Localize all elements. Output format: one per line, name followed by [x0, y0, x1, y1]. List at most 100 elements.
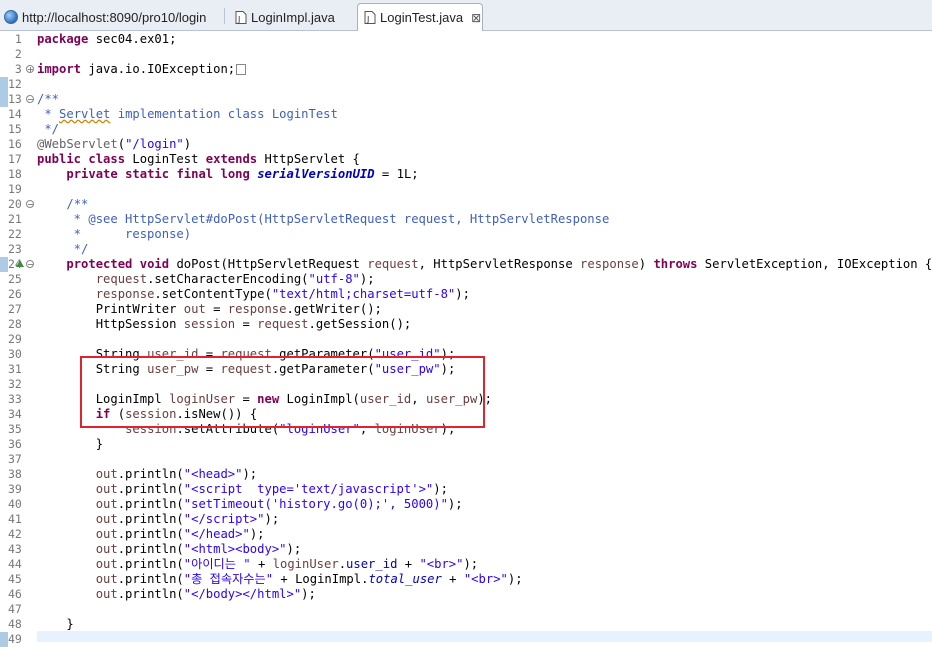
code-line[interactable]: 26 response.setContentType("text/html;ch… — [0, 287, 932, 302]
code-text[interactable]: * response) — [37, 227, 191, 242]
code-text[interactable]: out.println("아이디는 " + loginUser.user_id … — [37, 557, 478, 572]
line-number: 14 — [8, 107, 22, 121]
close-icon[interactable]: ⊠ — [471, 11, 481, 25]
code-text[interactable]: out.println("</body></html>"); — [37, 587, 316, 602]
code-text[interactable]: out.println("총 접속자수는" + LoginImpl.total_… — [37, 572, 523, 587]
overview-ruler — [0, 182, 8, 197]
code-text[interactable]: HttpSession session = request.getSession… — [37, 317, 412, 332]
code-line[interactable]: 41 out.println("</script>"); — [0, 512, 932, 527]
code-line[interactable]: 34 if (session.isNew()) { — [0, 407, 932, 422]
code-text[interactable]: out.println("<script type='text/javascri… — [37, 482, 448, 497]
code-text[interactable]: out.println("setTimeout('history.go(0);'… — [37, 497, 463, 512]
line-number: 45 — [8, 572, 22, 586]
code-line[interactable]: 28 HttpSession session = request.getSess… — [0, 317, 932, 332]
code-line[interactable]: 48 } — [0, 617, 932, 632]
overview-ruler — [0, 527, 8, 542]
overview-ruler — [0, 242, 8, 257]
overview-ruler — [0, 122, 8, 137]
code-text[interactable]: */ — [37, 242, 89, 257]
code-text[interactable]: out.println("<html><body>"); — [37, 542, 301, 557]
code-text[interactable]: protected void doPost(HttpServletRequest… — [37, 257, 932, 272]
code-text[interactable]: /** — [37, 197, 88, 212]
code-line[interactable]: 31 String user_pw = request.getParameter… — [0, 362, 932, 377]
code-text[interactable]: LoginImpl loginUser = new LoginImpl(user… — [37, 392, 492, 407]
line-number: 16 — [8, 137, 22, 151]
code-line[interactable]: 24 protected void doPost(HttpServletRequ… — [0, 257, 932, 272]
code-line[interactable]: 30 String user_id = request.getParameter… — [0, 347, 932, 362]
code-line[interactable]: 15 */ — [0, 122, 932, 137]
code-text[interactable]: if (session.isNew()) { — [37, 407, 257, 422]
code-text[interactable]: * Servlet implementation class LoginTest — [37, 107, 338, 122]
code-line[interactable]: 18 private static final long serialVersi… — [0, 167, 932, 182]
code-text[interactable]: } — [37, 617, 73, 632]
code-line[interactable]: 3 import java.io.IOException; — [0, 62, 932, 77]
fold-collapse-icon[interactable] — [26, 260, 34, 268]
overview-ruler — [0, 227, 8, 242]
code-line[interactable]: 49 — [0, 632, 932, 647]
code-line[interactable]: 37 — [0, 452, 932, 467]
code-text[interactable]: package sec04.ex01; — [37, 32, 176, 47]
code-text[interactable]: out.println("<head>"); — [37, 467, 257, 482]
code-line[interactable]: 21 * @see HttpServlet#doPost(HttpServlet… — [0, 212, 932, 227]
code-text[interactable]: @WebServlet("/login") — [37, 137, 191, 152]
code-line[interactable]: 40 out.println("setTimeout('history.go(0… — [0, 497, 932, 512]
code-text[interactable]: response.setContentType("text/html;chars… — [37, 287, 470, 302]
overview-ruler — [0, 272, 8, 287]
code-text[interactable]: * @see HttpServlet#doPost(HttpServletReq… — [37, 212, 610, 227]
code-text[interactable]: /** — [37, 92, 59, 107]
code-text[interactable]: import java.io.IOException; — [37, 62, 247, 77]
tab-loginimpl-java[interactable]: J LoginImpl.java — [235, 3, 335, 31]
code-line[interactable]: 25 request.setCharacterEncoding("utf-8")… — [0, 272, 932, 287]
code-line[interactable]: 14 * Servlet implementation class LoginT… — [0, 107, 932, 122]
code-line[interactable]: 36 } — [0, 437, 932, 452]
code-text[interactable]: } — [37, 437, 103, 452]
code-text[interactable]: out.println("</head>"); — [37, 527, 265, 542]
code-line[interactable]: 47 — [0, 602, 932, 617]
code-line[interactable]: 42 out.println("</head>"); — [0, 527, 932, 542]
code-line[interactable]: 23 */ — [0, 242, 932, 257]
code-text[interactable]: private static final long serialVersionU… — [37, 167, 418, 182]
code-line[interactable]: 19 — [0, 182, 932, 197]
svg-text:J: J — [366, 15, 369, 24]
code-line[interactable]: 45 out.println("총 접속자수는" + LoginImpl.tot… — [0, 572, 932, 587]
code-text[interactable]: */ — [37, 122, 59, 137]
code-line[interactable]: 39 out.println("<script type='text/javas… — [0, 482, 932, 497]
fold-expand-icon[interactable] — [26, 65, 34, 73]
code-line[interactable]: 33 LoginImpl loginUser = new LoginImpl(u… — [0, 392, 932, 407]
line-number: 12 — [8, 77, 22, 91]
overview-ruler — [0, 587, 8, 602]
code-line[interactable]: 12 — [0, 77, 932, 92]
code-line[interactable]: 38 out.println("<head>"); — [0, 467, 932, 482]
line-number: 32 — [8, 377, 22, 391]
code-line[interactable]: 1 package sec04.ex01; — [0, 32, 932, 47]
code-line[interactable]: 13 /** — [0, 92, 932, 107]
code-line[interactable]: 35 session.setAttribute("loginUser", log… — [0, 422, 932, 437]
code-text[interactable]: String user_id = request.getParameter("u… — [37, 347, 456, 362]
code-text[interactable]: out.println("</script>"); — [37, 512, 279, 527]
fold-collapse-icon[interactable] — [26, 200, 34, 208]
line-number: 15 — [8, 122, 22, 136]
code-line[interactable]: 20 /** — [0, 197, 932, 212]
code-editor[interactable]: 1 package sec04.ex01; 2 3 import java.io.I… — [0, 31, 932, 647]
code-line[interactable]: 22 * response) — [0, 227, 932, 242]
override-marker-icon — [16, 260, 24, 267]
code-text[interactable]: session.setAttribute("loginUser", loginU… — [37, 422, 455, 437]
line-number: 28 — [8, 317, 22, 331]
fold-collapse-icon[interactable] — [26, 95, 34, 103]
code-line[interactable]: 32 — [0, 377, 932, 392]
tab-separator — [224, 8, 225, 24]
code-line[interactable]: 2 — [0, 47, 932, 62]
code-line[interactable]: 43 out.println("<html><body>"); — [0, 542, 932, 557]
code-line[interactable]: 44 out.println("아이디는 " + loginUser.user_… — [0, 557, 932, 572]
code-text[interactable]: String user_pw = request.getParameter("u… — [37, 362, 456, 377]
code-line[interactable]: 46 out.println("</body></html>"); — [0, 587, 932, 602]
tab-browser-login[interactable]: http://localhost:8090/pro10/login — [4, 3, 206, 31]
code-line[interactable]: 29 — [0, 332, 932, 347]
code-text[interactable]: PrintWriter out = response.getWriter(); — [37, 302, 382, 317]
code-line[interactable]: 16 @WebServlet("/login") — [0, 137, 932, 152]
code-text[interactable]: public class LoginTest extends HttpServl… — [37, 152, 360, 167]
code-line[interactable]: 17 public class LoginTest extends HttpSer… — [0, 152, 932, 167]
tab-logintest-java[interactable]: J LoginTest.java ⊠ — [357, 3, 483, 31]
code-text[interactable]: request.setCharacterEncoding("utf-8"); — [37, 272, 375, 287]
code-line[interactable]: 27 PrintWriter out = response.getWriter(… — [0, 302, 932, 317]
